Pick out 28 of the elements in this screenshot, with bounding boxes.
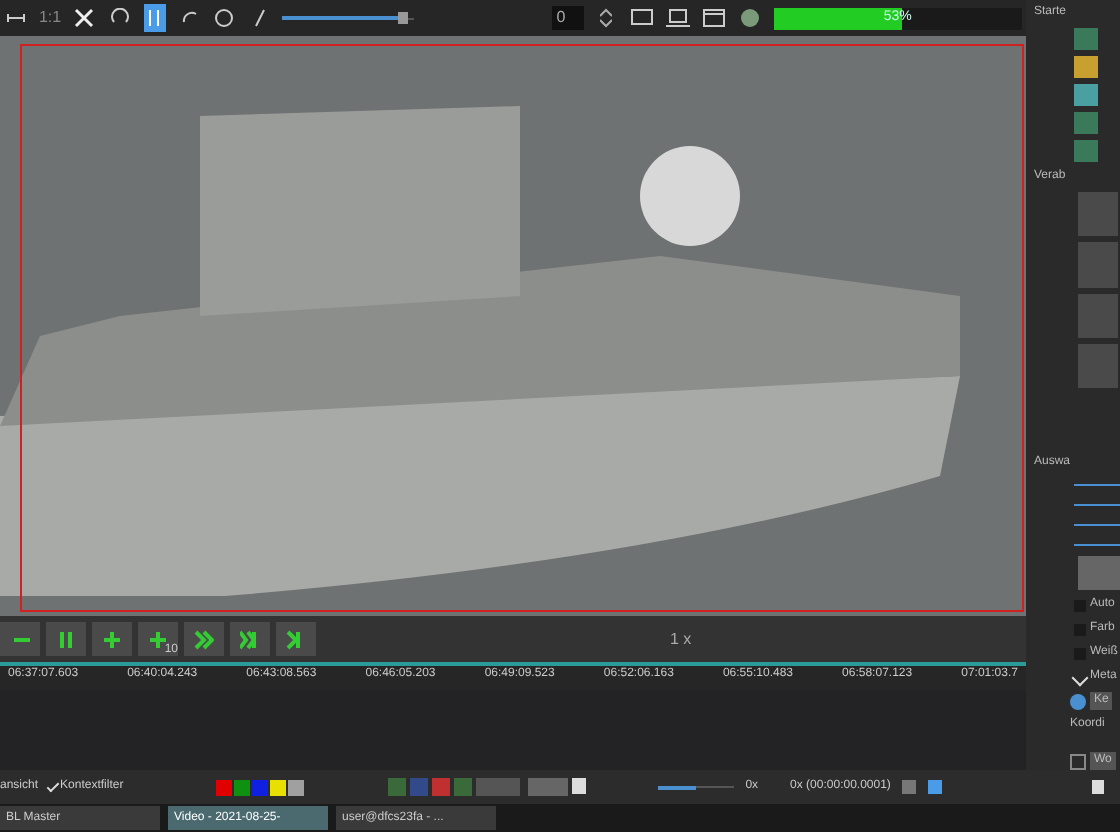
fullscreen-icon[interactable] <box>73 4 97 32</box>
playback-icon <box>194 629 214 649</box>
loop-icon[interactable] <box>212 4 236 32</box>
collapse-button[interactable] <box>1078 556 1120 591</box>
playback-icon <box>240 629 260 649</box>
playback-icon <box>286 629 306 649</box>
window-icon[interactable] <box>702 4 727 32</box>
color-swatch[interactable] <box>269 779 286 795</box>
color-swatch[interactable] <box>287 779 304 795</box>
record-icon[interactable] <box>738 4 762 32</box>
color-swatch[interactable] <box>215 779 232 795</box>
speed-slider[interactable] <box>657 781 734 793</box>
playback-icon <box>56 629 76 649</box>
split-view-icon[interactable] <box>143 4 166 32</box>
playback-button[interactable] <box>184 622 224 656</box>
playback-button[interactable] <box>92 622 132 656</box>
playback-button[interactable] <box>230 622 270 656</box>
speed-label: 1 x <box>670 627 692 651</box>
zoom-label: 1:1 <box>38 6 62 30</box>
color-swatch[interactable] <box>251 779 268 795</box>
color-swatch[interactable] <box>233 779 250 795</box>
frame-field[interactable]: 0 <box>552 6 584 30</box>
playback-icon <box>148 629 168 649</box>
playback-button[interactable] <box>276 622 316 656</box>
playback-button[interactable] <box>46 622 86 656</box>
playback-button[interactable] <box>0 622 40 656</box>
laptop-icon[interactable] <box>666 4 691 32</box>
playback-icon <box>102 629 122 649</box>
